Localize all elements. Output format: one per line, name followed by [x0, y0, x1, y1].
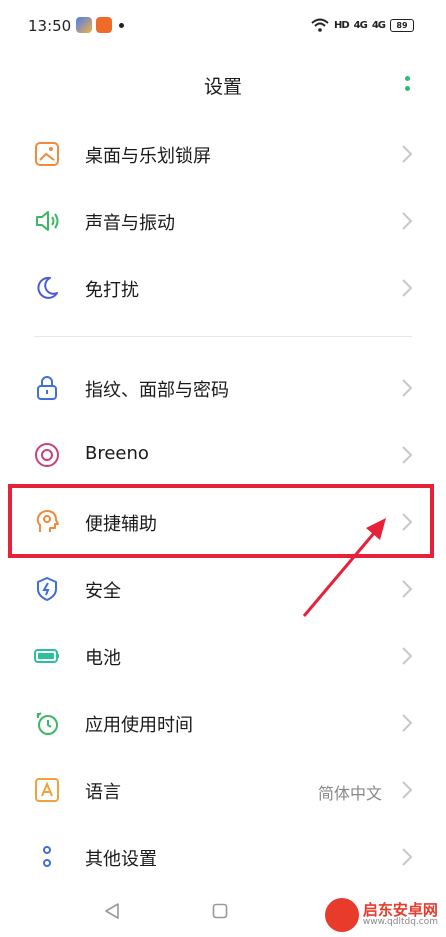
settings-item-label: Breeno [85, 443, 149, 464]
status-indicators: HD 4G 4G 89 [311, 15, 414, 35]
wallpaper-icon [35, 142, 59, 166]
breeno-icon [35, 443, 59, 467]
battery-icon [34, 649, 59, 663]
settings-group-system: 指纹、面部与密码 Breeno 便捷辅助 安全 电池 应用使用时间 语言 简体中… [0, 354, 446, 890]
settings-item-label: 语言 [85, 782, 121, 803]
settings-item-wallpaper[interactable]: 桌面与乐划锁屏 [0, 120, 446, 187]
watermark-name: 启东安卓网 [362, 900, 438, 919]
status-time: 13:50 [28, 17, 72, 35]
status-bar: 13:50 HD 4G 4G 89 [0, 0, 446, 56]
watermark: 启东安卓网 www.qdltdq.com [324, 896, 438, 934]
chevron-right-icon [402, 446, 413, 464]
signal-icon: 4G [371, 19, 386, 31]
settings-item-label: 安全 [85, 581, 121, 602]
chevron-right-icon [402, 714, 413, 732]
settings-item-label: 声音与振动 [85, 213, 175, 234]
pointer-arrow-icon [302, 518, 386, 617]
more-options-button[interactable] [398, 74, 418, 96]
chevron-right-icon [402, 848, 413, 866]
watermark-url: www.qdltdq.com [362, 917, 438, 928]
section-divider [34, 336, 412, 337]
hd-indicator: HD [333, 19, 350, 31]
settings-item-label: 指纹、面部与密码 [85, 380, 229, 401]
chevron-right-icon [402, 781, 413, 799]
back-icon[interactable] [104, 902, 120, 920]
watermark-text: 启东安卓网 www.qdltdq.com [363, 902, 438, 928]
watermark-logo-icon [324, 898, 359, 932]
more-dot [405, 76, 410, 81]
battery-indicator: 89 [390, 18, 414, 32]
chevron-right-icon [402, 279, 413, 297]
app-notification-icon [96, 17, 112, 33]
settings-item-security-password[interactable]: 指纹、面部与密码 [0, 354, 446, 421]
settings-item-label: 桌面与乐划锁屏 [85, 146, 211, 167]
chevron-right-icon [402, 145, 413, 163]
timer-icon [36, 712, 58, 735]
settings-item-language[interactable]: 语言 简体中文 [0, 756, 446, 823]
settings-item-label: 应用使用时间 [85, 715, 193, 736]
settings-item-label: 免打扰 [85, 280, 139, 301]
language-value: 简体中文 [317, 784, 382, 803]
settings-item-label: 其他设置 [85, 849, 157, 870]
home-icon[interactable] [212, 903, 228, 919]
settings-item-battery[interactable]: 电池 [0, 622, 446, 689]
settings-item-dnd[interactable]: 免打扰 [0, 254, 446, 321]
page-title: 设置 [203, 76, 242, 98]
signal-icon: 4G [353, 19, 368, 31]
shield-icon [37, 577, 57, 601]
lock-icon [37, 376, 57, 400]
settings-item-label: 电池 [85, 648, 121, 669]
settings-item-breeno[interactable]: Breeno [0, 421, 446, 488]
settings-item-other[interactable]: 其他设置 [0, 823, 446, 890]
app-header: 设置 [0, 56, 446, 112]
chevron-right-icon [402, 580, 413, 598]
settings-item-sound[interactable]: 声音与振动 [0, 187, 446, 254]
wifi-icon [311, 18, 329, 32]
speaker-icon [36, 211, 59, 231]
chevron-right-icon [402, 379, 413, 397]
more-notifications-dot [119, 23, 124, 28]
chevron-right-icon [402, 647, 413, 665]
other-settings-icon [43, 846, 51, 867]
more-dot [405, 86, 410, 91]
chevron-right-icon [402, 212, 413, 230]
app-notification-icon [76, 17, 92, 33]
settings-group-display: 桌面与乐划锁屏 声音与振动 免打扰 [0, 120, 446, 321]
moon-icon [37, 276, 58, 299]
language-icon [35, 778, 59, 802]
settings-item-screen-time[interactable]: 应用使用时间 [0, 689, 446, 756]
